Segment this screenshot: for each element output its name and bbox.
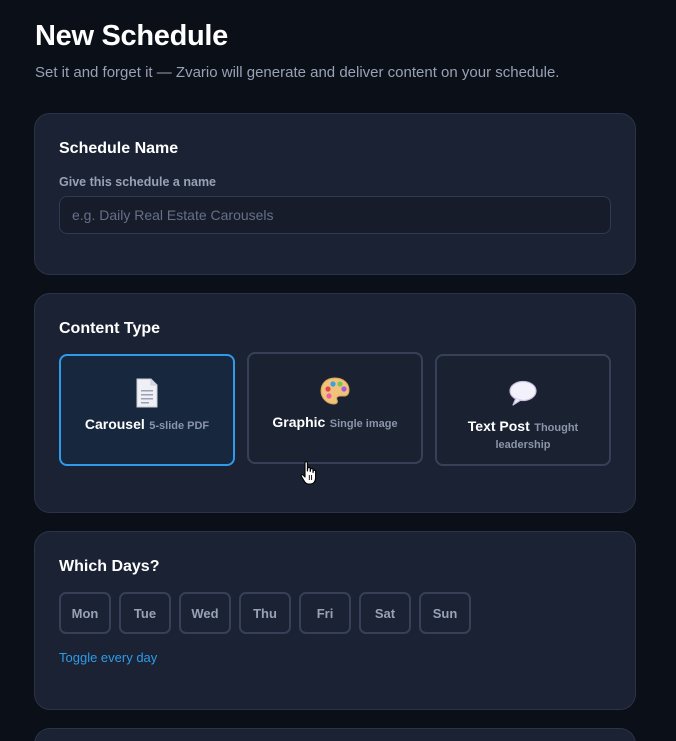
- which-days-card: Which Days? Mon Tue Wed Thu Fri Sat Sun …: [34, 531, 636, 710]
- day-button-sun[interactable]: Sun: [419, 592, 471, 634]
- day-button-wed[interactable]: Wed: [179, 592, 231, 634]
- day-button-thu[interactable]: Thu: [239, 592, 291, 634]
- page-subtitle: Set it and forget it — Zvario will gener…: [35, 64, 560, 81]
- day-button-tue[interactable]: Tue: [119, 592, 171, 634]
- content-type-sub: 5-slide PDF: [149, 420, 210, 432]
- schedule-name-card: Schedule Name Give this schedule a name: [34, 113, 636, 275]
- toggle-every-day-link[interactable]: Toggle every day: [59, 650, 157, 665]
- page-title: New Schedule: [35, 20, 229, 52]
- schedule-name-input[interactable]: [59, 196, 611, 234]
- which-days-title: Which Days?: [59, 558, 160, 575]
- content-type-name: Carousel: [84, 416, 145, 432]
- content-type-sub: Single image: [329, 418, 398, 430]
- palette-icon: [249, 376, 421, 406]
- document-icon: [61, 378, 233, 408]
- content-type-option-graphic[interactable]: Graphic Single image: [247, 352, 423, 464]
- schedule-name-title: Schedule Name: [59, 140, 179, 157]
- content-type-name: Text Post: [467, 418, 530, 434]
- speech-bubble-icon: [437, 378, 609, 408]
- next-section-card: [34, 728, 636, 741]
- day-button-sat[interactable]: Sat: [359, 592, 411, 634]
- hand-cursor-icon: [300, 460, 318, 491]
- content-type-option-carousel[interactable]: Carousel 5-slide PDF: [59, 354, 235, 466]
- content-type-title: Content Type: [59, 320, 161, 337]
- content-type-option-text-post[interactable]: Text Post Thought leadership: [435, 354, 611, 466]
- content-type-name: Graphic: [272, 414, 326, 430]
- schedule-name-label: Give this schedule a name: [59, 175, 217, 189]
- day-button-mon[interactable]: Mon: [59, 592, 111, 634]
- content-type-card: Content Type Carousel 5-slide PDF Graphi…: [34, 293, 636, 513]
- day-button-fri[interactable]: Fri: [299, 592, 351, 634]
